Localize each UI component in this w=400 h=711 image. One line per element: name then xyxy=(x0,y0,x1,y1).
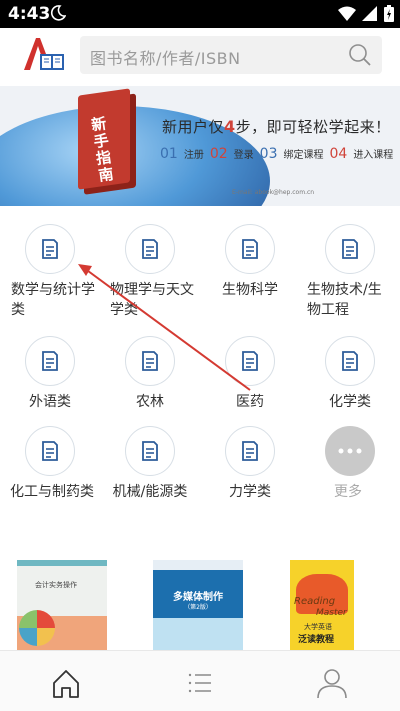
book-cover-title: Reading xyxy=(294,596,336,607)
book-cover-title: 会计实务操作 xyxy=(35,581,77,589)
category-agriculture-forestry[interactable]: 农林 xyxy=(100,322,200,412)
book-icon xyxy=(25,336,75,386)
step-number: 04 xyxy=(329,146,348,162)
category-label: 化工与制药类 xyxy=(10,484,94,500)
category-physics-astronomy[interactable]: 物理学与天文学类 xyxy=(100,210,200,320)
category-biology[interactable]: 生物科学 xyxy=(200,210,300,320)
book-list: 会计实务操作 多媒体制作 （第2版） Reading Master 大学英语 泛… xyxy=(0,560,400,650)
category-label: 外语类 xyxy=(29,394,71,410)
signal-icon xyxy=(362,5,378,26)
app-logo xyxy=(22,36,68,72)
wifi-icon xyxy=(338,6,356,26)
category-biotech-bioengineering[interactable]: 生物技术/生物工程 xyxy=(300,210,400,320)
book-cover-edition: （第2版） xyxy=(184,604,212,611)
status-time: 4:43 xyxy=(8,4,51,24)
banner-headline: 新用户仅4步，即可轻松学起来！ xyxy=(162,117,391,136)
book-icon xyxy=(125,426,175,476)
category-label: 医药 xyxy=(236,394,264,410)
book-icon xyxy=(25,426,75,476)
step-label: 注册 xyxy=(183,150,204,161)
search-input[interactable]: 图书名称/作者/ISBN xyxy=(80,36,382,74)
book-icon xyxy=(125,336,175,386)
banner-steps: 01 注册 02 登录 03 绑定课程 04 进入课程 xyxy=(160,146,393,162)
category-foreign-languages[interactable]: 外语类 xyxy=(0,322,100,412)
step-label: 登录 xyxy=(233,150,254,161)
nav-home[interactable] xyxy=(46,663,86,703)
step-number: 03 xyxy=(259,146,278,162)
category-label: 力学类 xyxy=(229,484,271,500)
status-bar: 4:43 xyxy=(0,0,400,28)
nav-catalog[interactable] xyxy=(180,663,220,703)
do-not-disturb-icon xyxy=(50,5,67,25)
search-icon[interactable] xyxy=(348,43,372,71)
category-chemistry[interactable]: 化学类 xyxy=(300,322,400,412)
category-label: 物理学与天文学类 xyxy=(110,282,194,318)
step-number: 02 xyxy=(209,146,228,162)
category-label: 更多 xyxy=(334,484,362,500)
category-label: 化学类 xyxy=(329,394,371,410)
battery-icon xyxy=(384,5,394,26)
book-icon xyxy=(25,224,75,274)
book-cover[interactable]: 会计实务操作 xyxy=(17,560,107,650)
category-label: 生物技术/生物工程 xyxy=(307,282,382,318)
home-icon xyxy=(53,670,79,698)
category-more[interactable]: 更多 xyxy=(300,412,400,502)
step-label: 进入课程 xyxy=(353,150,394,161)
book-cover[interactable]: 多媒体制作 （第2版） xyxy=(153,560,243,650)
book-icon xyxy=(225,336,275,386)
book-icon xyxy=(125,224,175,274)
book-icon xyxy=(325,224,375,274)
book-icon xyxy=(325,336,375,386)
category-label: 农林 xyxy=(136,394,164,410)
book-cover-title: 多媒体制作 xyxy=(173,592,223,603)
category-label: 机械/能源类 xyxy=(112,484,188,500)
category-chemical-pharma[interactable]: 化工与制药类 xyxy=(0,412,100,502)
search-placeholder: 图书名称/作者/ISBN xyxy=(90,49,241,68)
book-icon xyxy=(225,224,275,274)
banner-email: E-mail: abook@hep.com.cn xyxy=(232,189,315,196)
header: 图书名称/作者/ISBN xyxy=(0,28,400,84)
category-mechanical-energy[interactable]: 机械/能源类 xyxy=(100,412,200,502)
user-icon xyxy=(317,669,347,699)
book-cover-title: 泛读教程 xyxy=(298,635,335,645)
category-math-statistics[interactable]: 数学与统计学类 xyxy=(0,210,100,320)
step-label: 绑定课程 xyxy=(283,150,324,161)
category-medicine[interactable]: 医药 xyxy=(200,322,300,412)
list-icon xyxy=(188,673,211,693)
category-label: 生物科学 xyxy=(222,282,278,298)
guide-banner[interactable]: 新手指南 新用户仅4步，即可轻松学起来！ 01 注册 02 登录 03 绑定课程… xyxy=(0,86,400,206)
bottom-nav xyxy=(0,650,400,711)
book-cover-title: Master xyxy=(316,608,347,618)
more-dots-icon xyxy=(325,426,375,476)
category-label: 数学与统计学类 xyxy=(11,282,95,318)
book-cover[interactable]: Reading Master 大学英语 泛读教程 xyxy=(290,560,354,650)
book-icon xyxy=(225,426,275,476)
book-cover-title: 大学英语 xyxy=(304,623,332,631)
step-number: 01 xyxy=(160,146,178,162)
nav-profile[interactable] xyxy=(312,663,352,703)
category-mechanics[interactable]: 力学类 xyxy=(200,412,300,502)
